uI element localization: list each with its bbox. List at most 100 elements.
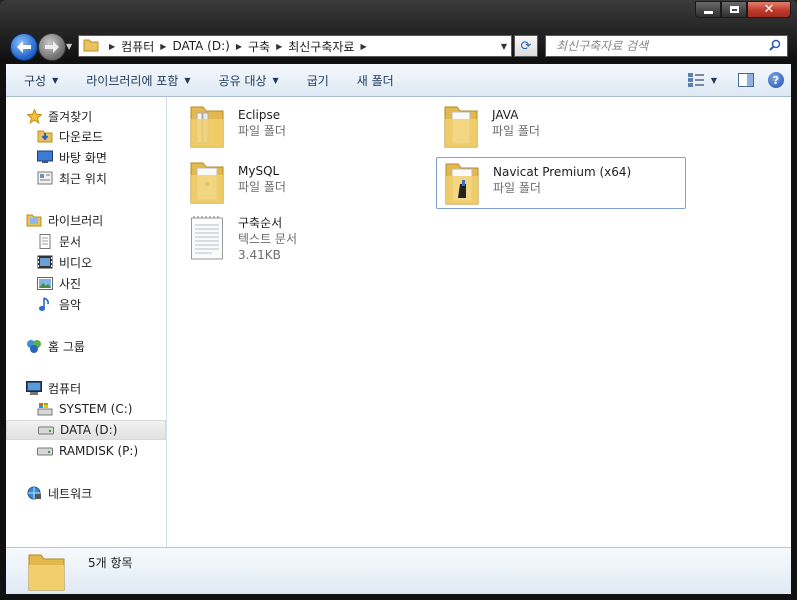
include-library-label: 라이브러리에 포함: [86, 73, 179, 88]
file-size: 3.41KB: [238, 248, 281, 262]
file-name: 구축순서: [238, 216, 283, 230]
share-with-label: 공유 대상: [218, 73, 267, 88]
include-in-library-button[interactable]: 라이브러리에 포함 ▼: [72, 72, 204, 89]
file-type: 파일 폴더: [492, 124, 540, 138]
file-item-build-order[interactable]: 구축순서 텍스트 문서 3.41KB: [182, 213, 432, 265]
homegroup-icon: [26, 338, 42, 354]
chevron-right-icon[interactable]: ▶: [236, 42, 242, 51]
forward-button[interactable]: [38, 33, 66, 61]
chevron-down-icon: ▼: [272, 75, 279, 85]
refresh-icon: ⟳: [520, 38, 532, 54]
nav-homegroup[interactable]: 홈 그룹: [6, 336, 186, 356]
breadcrumb-build[interactable]: 구축: [248, 38, 270, 55]
file-type: 파일 폴더: [238, 180, 286, 194]
maximize-button[interactable]: [721, 1, 747, 18]
nav-drive-c-label: SYSTEM (C:): [59, 402, 133, 416]
file-item-eclipse[interactable]: Eclipse 파일 폴더: [182, 101, 432, 153]
back-button[interactable]: [10, 33, 38, 61]
nav-computer-label: 컴퓨터: [48, 381, 82, 396]
chevron-right-icon[interactable]: ▶: [109, 42, 115, 51]
navigation-bar: ▼ ▶ 컴퓨터 ▶ DATA (D:) ▶ 구축 ▶ 최신구축자료 ▶ ▼ ⟳: [0, 30, 797, 64]
computer-icon: [26, 380, 42, 396]
chevron-right-icon[interactable]: ▶: [276, 42, 282, 51]
nav-favorites[interactable]: 즐겨찾기: [6, 106, 186, 126]
preview-pane-button[interactable]: [733, 69, 759, 91]
star-icon: [26, 108, 42, 124]
desktop-icon: [37, 149, 53, 165]
nav-downloads-label: 다운로드: [59, 129, 104, 144]
new-folder-label: 새 폴더: [356, 73, 394, 88]
file-item-mysql[interactable]: MySQL 파일 폴더: [182, 157, 432, 209]
music-note-icon: [37, 296, 53, 312]
nav-videos-label: 비디오: [59, 255, 93, 270]
file-meta: JAVA 파일 폴더: [492, 101, 540, 139]
folder-icon: [83, 38, 99, 55]
file-type: 파일 폴더: [493, 181, 541, 195]
preview-pane-icon: [738, 73, 754, 87]
nav-pictures-label: 사진: [59, 276, 82, 291]
search-icon[interactable]: [769, 39, 781, 54]
nav-computer[interactable]: 컴퓨터: [6, 378, 186, 398]
breadcrumb: ▶ 컴퓨터 ▶ DATA (D:) ▶ 구축 ▶ 최신구축자료 ▶: [103, 38, 373, 55]
nav-drive-d-label: DATA (D:): [60, 423, 118, 437]
library-icon: [26, 212, 42, 228]
refresh-button[interactable]: ⟳: [514, 35, 538, 57]
address-bar[interactable]: ▶ 컴퓨터 ▶ DATA (D:) ▶ 구축 ▶ 최신구축자료 ▶ ▼: [78, 35, 512, 57]
new-folder-button[interactable]: 새 폴더: [343, 72, 408, 89]
view-tiles-icon: [687, 73, 704, 87]
breadcrumb-data-drive[interactable]: DATA (D:): [172, 39, 229, 53]
arrow-left-icon: [17, 41, 31, 53]
navigation-pane: 즐겨찾기 다운로드 바탕 화면 최근 위치 라이브러리 문서 비디오 사진 음악…: [6, 97, 167, 548]
nav-network[interactable]: 네트워크: [6, 483, 186, 503]
nav-libraries[interactable]: 라이브러리: [6, 210, 186, 230]
breadcrumb-latest-build-data[interactable]: 최신구축자료: [288, 38, 354, 55]
hard-drive-icon: [37, 443, 53, 459]
nav-drive-d[interactable]: DATA (D:): [6, 420, 166, 440]
nav-network-label: 네트워크: [48, 486, 93, 501]
command-bar: 구성 ▼ 라이브러리에 포함 ▼ 공유 대상 ▼ 굽기 새 폴더 ▼ ?: [6, 64, 791, 97]
maximize-icon: [729, 6, 739, 13]
file-name: Eclipse: [238, 108, 281, 122]
minimize-icon: [703, 11, 713, 14]
change-view-button[interactable]: [683, 69, 709, 91]
help-button[interactable]: ?: [763, 69, 789, 91]
file-meta: 구축순서 텍스트 문서 3.41KB: [238, 213, 297, 263]
help-icon: ?: [768, 72, 784, 88]
folder-icon: [26, 552, 68, 595]
close-button[interactable]: ✕: [747, 1, 791, 18]
file-name: Navicat Premium (x64): [493, 165, 632, 179]
minimize-button[interactable]: [695, 1, 721, 18]
documents-icon: [37, 233, 53, 249]
file-type: 파일 폴더: [238, 124, 286, 138]
file-item-navicat[interactable]: Navicat Premium (x64) 파일 폴더: [436, 157, 686, 209]
folder-icon: [436, 101, 486, 151]
share-with-button[interactable]: 공유 대상 ▼: [205, 72, 293, 89]
view-options-dropdown[interactable]: ▼: [711, 76, 717, 85]
close-icon: ✕: [763, 2, 775, 17]
hard-drive-icon: [38, 422, 54, 438]
nav-libraries-label: 라이브러리: [48, 213, 104, 228]
nav-documents-label: 문서: [59, 234, 82, 249]
file-item-java[interactable]: JAVA 파일 폴더: [436, 101, 686, 153]
item-count: 5개 항목: [88, 556, 133, 570]
nav-homegroup-label: 홈 그룹: [48, 339, 85, 354]
chevron-right-icon[interactable]: ▶: [360, 42, 366, 51]
pictures-icon: [37, 275, 53, 291]
chevron-right-icon[interactable]: ▶: [160, 42, 166, 51]
burn-label: 굽기: [306, 73, 329, 88]
organize-label: 구성: [24, 73, 47, 88]
search-input[interactable]: [554, 38, 758, 54]
organize-button[interactable]: 구성 ▼: [6, 72, 72, 89]
view-controls: ▼ ?: [681, 69, 791, 91]
search-box: [545, 35, 788, 57]
burn-button[interactable]: 굽기: [293, 72, 343, 89]
nav-drive-p-label: RAMDISK (P:): [59, 444, 139, 458]
file-meta: Eclipse 파일 폴더: [238, 101, 286, 139]
arrow-right-icon: [45, 41, 59, 53]
recent-places-icon: [37, 170, 53, 186]
video-icon: [37, 254, 53, 270]
content-area: 즐겨찾기 다운로드 바탕 화면 최근 위치 라이브러리 문서 비디오 사진 음악…: [6, 97, 791, 548]
recent-pages-dropdown[interactable]: ▼: [66, 42, 72, 51]
address-history-dropdown[interactable]: ▼: [501, 42, 507, 51]
breadcrumb-computer[interactable]: 컴퓨터: [121, 38, 154, 55]
